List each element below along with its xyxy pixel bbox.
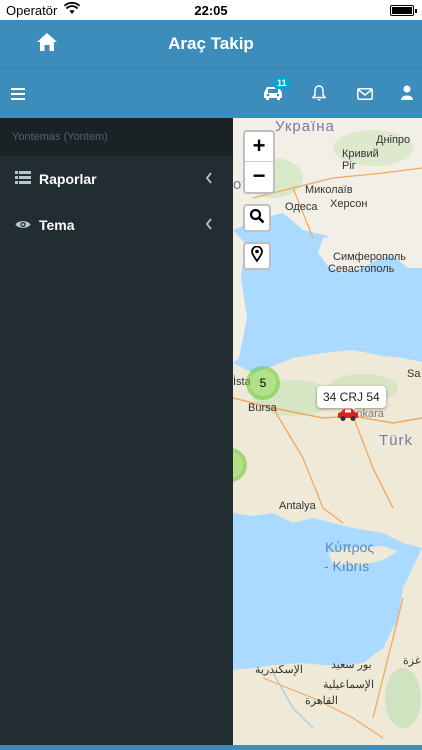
sidebar-user-label: Yontemas (Yontem) bbox=[0, 118, 233, 156]
map-view[interactable]: Україна Дніпро Кривий Ріг ova Миколаїв Х… bbox=[233, 118, 422, 745]
map-label: Sa bbox=[407, 368, 421, 380]
search-icon bbox=[249, 208, 265, 229]
map-label: Bursa bbox=[248, 402, 277, 414]
map-label: القاهرة bbox=[305, 695, 338, 707]
vehicle-cluster[interactable]: 5 bbox=[246, 366, 280, 400]
map-label: Одеса bbox=[285, 201, 318, 213]
clock: 22:05 bbox=[194, 3, 228, 18]
user-icon[interactable] bbox=[401, 85, 413, 105]
list-icon bbox=[15, 171, 31, 187]
eye-icon bbox=[15, 217, 31, 233]
map-label: Україна bbox=[275, 118, 335, 135]
sidebar: Yontemas (Yontem) Raporlar Tema bbox=[0, 118, 233, 750]
map-search-button[interactable] bbox=[243, 204, 271, 232]
zoom-in-button[interactable]: + bbox=[245, 132, 273, 162]
page-title: Araç Takip bbox=[168, 34, 254, 53]
map-label: Κύπρος bbox=[325, 539, 375, 555]
map-label: Херсон bbox=[330, 198, 368, 210]
envelope-icon[interactable] bbox=[357, 87, 373, 105]
battery-icon bbox=[390, 5, 417, 16]
status-bar: Operatör 22:05 bbox=[0, 0, 422, 20]
title-bar: Araç Takip bbox=[0, 20, 422, 68]
map-label: Миколаїв bbox=[305, 184, 353, 196]
hamburger-menu-icon[interactable] bbox=[11, 87, 25, 105]
sidebar-item-tema[interactable]: Tema bbox=[0, 202, 233, 248]
map-marker-icon bbox=[251, 245, 263, 267]
map-label: الإسماعيلية bbox=[323, 679, 374, 691]
map-label: غزة bbox=[403, 655, 421, 667]
car-marker-icon[interactable] bbox=[337, 408, 359, 427]
zoom-out-button[interactable]: − bbox=[245, 162, 273, 192]
map-locate-button[interactable] bbox=[243, 242, 271, 270]
sidebar-item-label: Raporlar bbox=[39, 171, 97, 187]
cluster-inner bbox=[233, 452, 243, 478]
map-label: الإسكندرية bbox=[255, 664, 303, 676]
map-label: Türk bbox=[379, 432, 413, 449]
map-label: - Kıbrıs bbox=[324, 558, 370, 574]
map-label: Кривий Ріг bbox=[342, 148, 379, 172]
cluster-count: 5 bbox=[250, 370, 276, 396]
bottom-bar bbox=[0, 745, 422, 750]
vehicle-tooltip: 34 CRJ 54 bbox=[317, 386, 386, 414]
bell-icon[interactable] bbox=[311, 85, 327, 106]
map-label: Дніпро bbox=[376, 134, 411, 146]
chevron-left-icon bbox=[205, 217, 213, 233]
map-label: Antalya bbox=[279, 500, 316, 512]
map-label: بور سعيد bbox=[331, 659, 372, 671]
map-label: Симферополь bbox=[333, 251, 407, 263]
vehicle-count-badge: 11 bbox=[274, 77, 290, 89]
sidebar-item-label: Tema bbox=[39, 217, 75, 233]
map-label: Севастополь bbox=[328, 263, 395, 275]
sidebar-item-raporlar[interactable]: Raporlar bbox=[0, 156, 233, 202]
chevron-left-icon bbox=[205, 171, 213, 187]
zoom-control: + − bbox=[243, 130, 275, 194]
top-navbar: 11 bbox=[0, 68, 422, 118]
